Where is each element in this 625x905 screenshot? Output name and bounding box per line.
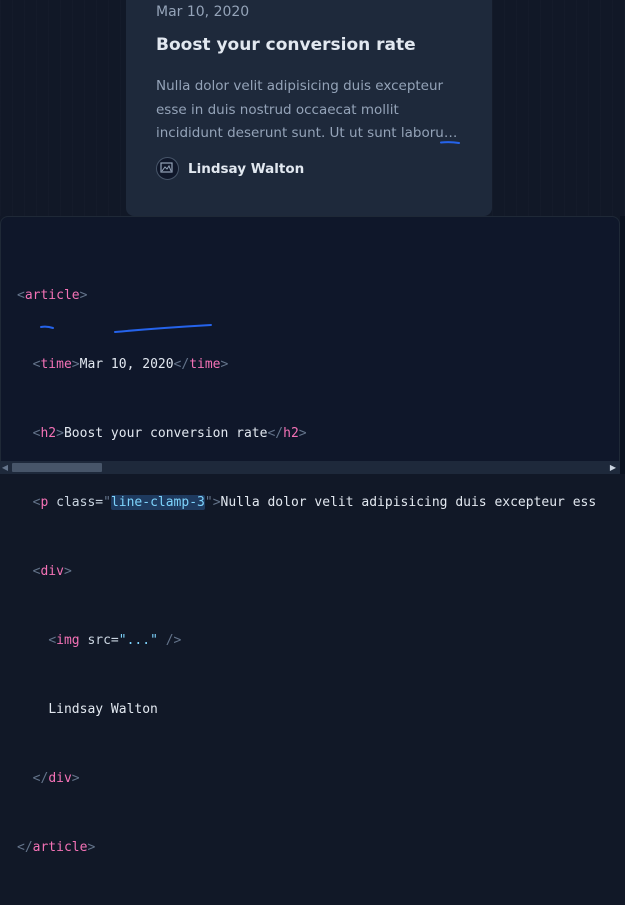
punct: </ [173, 357, 190, 372]
attribute: src= [79, 633, 119, 648]
code-line: </article> [17, 836, 596, 859]
punct: </ [267, 426, 284, 441]
punct: > [298, 426, 307, 441]
punct: < [32, 564, 41, 579]
punct: </ [32, 771, 49, 786]
tag: img [56, 633, 80, 648]
code-block: <article> <time>Mar 10, 2020</time> <h2>… [17, 238, 596, 905]
article-excerpt: Nulla dolor velit adipisicing duis excep… [156, 78, 457, 141]
broken-image-icon [160, 162, 173, 173]
tag: article [24, 288, 80, 303]
article-card: Mar 10, 2020 Boost your conversion rate … [126, 0, 492, 216]
text: Nulla dolor velit adipisicing duis excep… [220, 495, 597, 510]
punct: /> [157, 633, 182, 648]
article-date: Mar 10, 2020 [156, 4, 250, 20]
tag: h2 [40, 426, 57, 441]
scroll-right-icon[interactable]: ▶ [608, 461, 618, 474]
scroll-left-icon[interactable]: ◀ [0, 461, 10, 474]
code-line: <p class="line-clamp-3">Nulla dolor veli… [17, 491, 596, 514]
text: Boost your conversion rate [63, 426, 268, 441]
code-line: <article> [17, 284, 596, 307]
author: Lindsay Walton [156, 157, 304, 180]
tag: div [48, 771, 72, 786]
punct: > [63, 564, 72, 579]
punct: > [87, 840, 96, 855]
horizontal-scrollbar[interactable]: ◀ ▶ [0, 461, 620, 474]
text: Lindsay Walton [48, 702, 158, 717]
tag: article [32, 840, 88, 855]
punct: " [204, 495, 213, 510]
text: Mar 10, 2020 [79, 357, 174, 372]
punct: > [71, 771, 80, 786]
punct: > [212, 495, 221, 510]
code-panel: <article> <time>Mar 10, 2020</time> <h2>… [0, 216, 620, 855]
punct: > [71, 357, 80, 372]
ellipsis-underline-annotation [440, 141, 460, 144]
punct: " [103, 495, 111, 510]
panel-edge [620, 216, 625, 474]
tag: p [40, 495, 49, 510]
code-line: <div> [17, 560, 596, 583]
scrollbar-thumb[interactable] [12, 463, 102, 472]
punct: < [17, 288, 25, 303]
tag: time [189, 357, 221, 372]
punct: > [220, 357, 229, 372]
author-name: Lindsay Walton [188, 160, 305, 177]
punct: </ [17, 840, 33, 855]
tag: h2 [283, 426, 299, 441]
punct: > [56, 426, 64, 441]
code-line: <time>Mar 10, 2020</time> [17, 353, 596, 376]
string: "..." [118, 633, 158, 648]
attribute: class= [48, 495, 104, 510]
avatar [156, 157, 179, 180]
code-line: <img src="..." /> [17, 629, 596, 652]
article-title: Boost your conversion rate [156, 35, 416, 55]
highlighted-class-value: line-clamp-3 [110, 495, 205, 510]
tag: time [40, 357, 72, 372]
code-line: <h2>Boost your conversion rate</h2> [17, 422, 596, 445]
tag: div [40, 564, 64, 579]
punct: > [79, 288, 88, 303]
code-line: Lindsay Walton [17, 698, 596, 721]
punct: < [48, 633, 57, 648]
code-line: </div> [17, 767, 596, 790]
punct: < [32, 495, 41, 510]
